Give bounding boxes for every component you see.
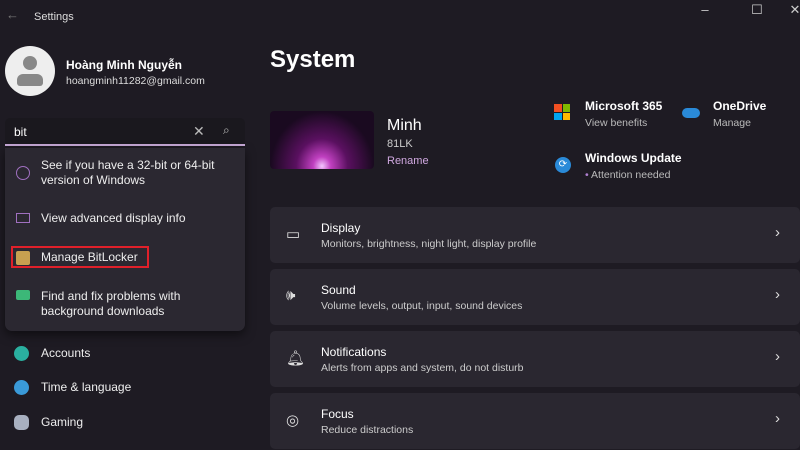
result-label: View advanced display info [41, 211, 186, 225]
device-model: 81LK [387, 138, 413, 150]
info-icon [16, 166, 30, 180]
nav-time-language[interactable]: Time & language [14, 380, 132, 396]
windows-update-icon: ⟳ [555, 157, 571, 173]
close-button[interactable]: ✕ [780, 2, 800, 18]
page-title: System [270, 46, 356, 73]
gamepad-icon [14, 415, 29, 431]
nav-accounts[interactable]: Accounts [14, 346, 91, 362]
clear-icon[interactable]: ✕ [193, 123, 205, 140]
tile-title: Windows Update [585, 151, 682, 165]
device-wallpaper [270, 111, 374, 169]
card-sub: Alerts from apps and system, do not dist… [321, 362, 524, 374]
avatar[interactable] [5, 46, 55, 96]
card-title: Notifications [321, 345, 387, 359]
search-box[interactable]: bit ✕ ⌕ [5, 118, 245, 146]
tile-microsoft-365[interactable]: Microsoft 365 View benefits [585, 99, 662, 129]
card-title: Display [321, 221, 361, 235]
onedrive-icon [682, 108, 700, 118]
globe-clock-icon [14, 380, 29, 396]
user-name: Hoàng Minh Nguyễn [66, 58, 182, 72]
search-icon[interactable]: ⌕ [223, 123, 230, 138]
result-label: version of Windows [41, 173, 146, 187]
nav-label: Gaming [41, 415, 84, 429]
rename-link[interactable]: Rename [387, 155, 429, 167]
nav-label: Time & language [41, 380, 132, 394]
tile-sub: Manage [713, 117, 751, 129]
bitlocker-icon [16, 251, 30, 265]
tile-title: OneDrive [713, 99, 767, 113]
chevron-right-icon: › [775, 286, 780, 303]
chevron-right-icon: › [775, 348, 780, 365]
card-focus[interactable]: ◎ Focus Reduce distractions › [270, 393, 800, 449]
card-sound[interactable]: 🕪 Sound Volume levels, output, input, soun… [270, 269, 800, 325]
tile-title: Microsoft 365 [585, 99, 663, 113]
monitor-icon [16, 213, 30, 223]
search-input[interactable]: bit [14, 125, 27, 139]
tile-onedrive[interactable]: OneDrive Manage [713, 99, 766, 129]
accounts-icon [14, 346, 29, 362]
result-label: Find and fix problems with [41, 289, 181, 303]
result-label: See if you have a 32-bit or 64-bit [41, 158, 215, 172]
result-32-64-bit[interactable]: See if you have a 32-bit or 64-bit versio… [5, 158, 245, 194]
back-button[interactable]: ← [6, 7, 19, 22]
maximize-button[interactable]: ☐ [742, 2, 772, 18]
tile-windows-update[interactable]: Windows Update • Attention needed [585, 151, 682, 181]
status-text: Attention needed [591, 169, 671, 181]
card-display[interactable]: ▭ Display Monitors, brightness, night ligh… [270, 207, 800, 263]
bell-icon: 🔔︎ [286, 350, 306, 367]
result-label: Manage BitLocker [41, 250, 138, 264]
result-label: background downloads [41, 304, 165, 318]
card-notifications[interactable]: 🔔︎ Notifications Alerts from apps and syst… [270, 331, 800, 387]
minimize-button[interactable]: – [690, 2, 720, 17]
tile-sub: • Attention needed [585, 169, 671, 181]
chevron-right-icon: › [775, 224, 780, 241]
nav-gaming[interactable]: Gaming [14, 415, 84, 431]
user-email: hoangminh11282@gmail.com [66, 75, 205, 87]
card-title: Focus [321, 407, 354, 421]
microsoft-365-icon [554, 104, 570, 120]
monitor-icon: ▭ [286, 226, 301, 243]
card-sub: Reduce distractions [321, 424, 414, 436]
tile-sub: View benefits [585, 117, 648, 129]
card-title: Sound [321, 283, 356, 297]
chevron-right-icon: › [775, 410, 780, 427]
device-name: Minh [387, 117, 422, 134]
troubleshoot-icon [16, 290, 30, 300]
window-title: Settings [34, 11, 74, 23]
speaker-icon: 🕪 [286, 287, 296, 304]
card-sub: Volume levels, output, input, sound devi… [321, 300, 523, 312]
nav-label: Accounts [41, 346, 91, 360]
focus-icon: ◎ [286, 412, 300, 429]
card-sub: Monitors, brightness, night light, displ… [321, 238, 537, 250]
search-results: See if you have a 32-bit or 64-bit versio… [5, 148, 245, 331]
